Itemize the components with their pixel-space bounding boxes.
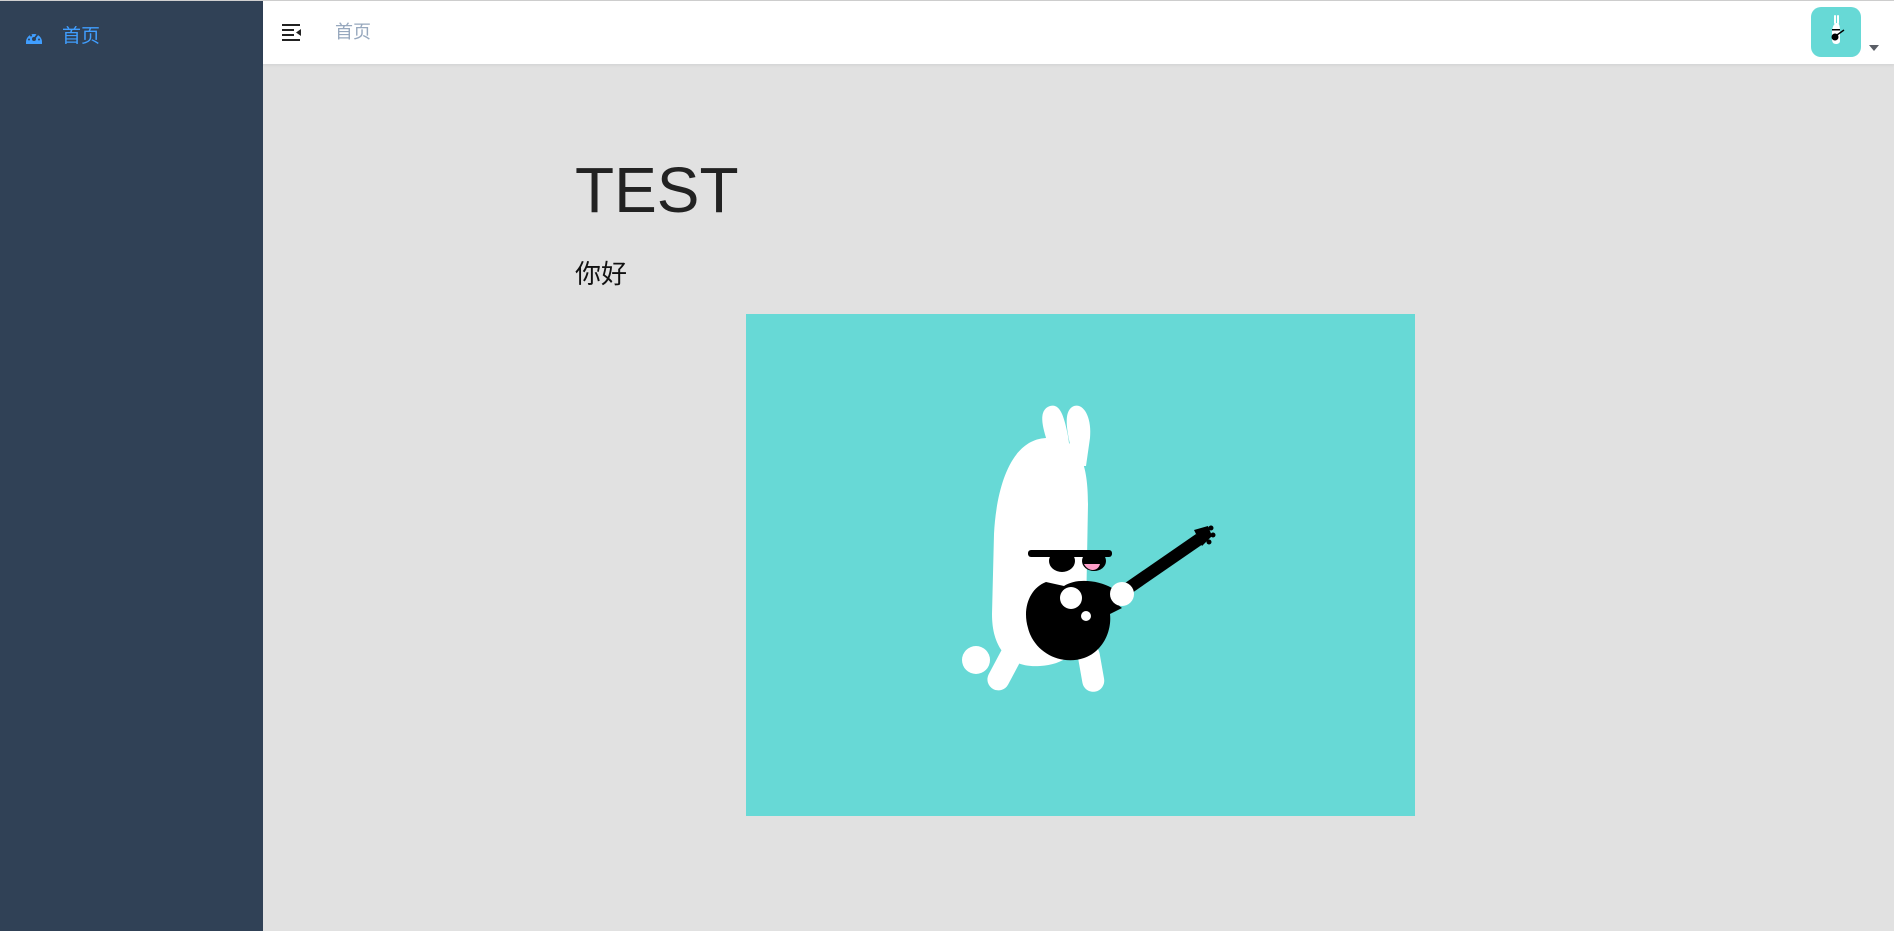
rabbit-guitar-illustration [746, 314, 1415, 816]
main-content: TEST 你好 [263, 64, 1894, 931]
sidebar-item-label: 首页 [62, 26, 101, 47]
hamburger-icon[interactable] [281, 21, 303, 43]
rabbit-guitar-icon [962, 405, 1216, 692]
rabbit-guitar-avatar-icon [1831, 15, 1845, 44]
dashboard-icon [26, 33, 42, 44]
greeting-text: 你好 [575, 259, 628, 289]
sidebar-item-home[interactable]: 首页 [0, 13, 263, 61]
user-avatar-dropdown[interactable] [1811, 7, 1881, 59]
page-title: TEST [575, 154, 739, 226]
caret-down-icon[interactable] [1869, 45, 1879, 51]
breadcrumb: 首页 [335, 21, 371, 43]
sidebar: 首页 [0, 1, 263, 931]
top-navbar: 首页 [263, 1, 1894, 64]
avatar[interactable] [1811, 7, 1861, 57]
breadcrumb-item-home: 首页 [335, 22, 371, 42]
